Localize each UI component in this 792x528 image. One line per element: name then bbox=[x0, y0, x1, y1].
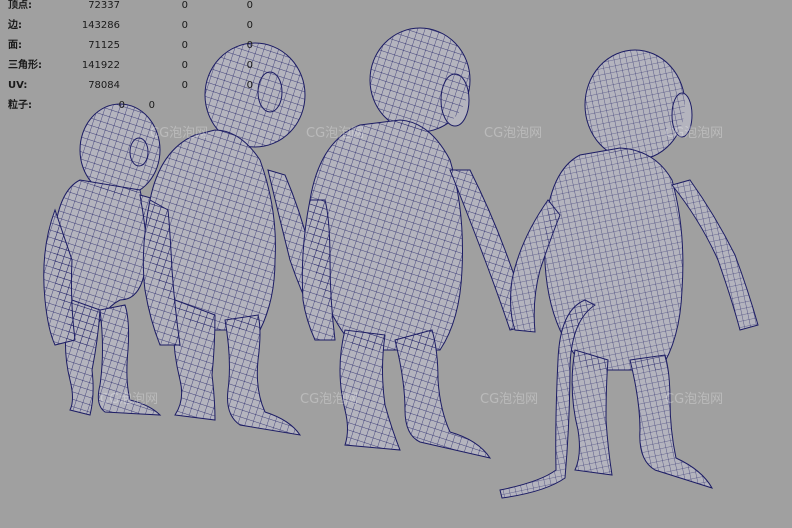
hud-value-faces: 71125 bbox=[88, 40, 120, 51]
hud-label-vertices: 顶点: bbox=[8, 0, 32, 11]
hud-label-faces: 面: bbox=[8, 40, 22, 51]
watermark-text: CG泡泡网 bbox=[484, 126, 543, 141]
hud-label-particles: 粒子: bbox=[8, 100, 32, 111]
watermark-text: CG泡泡网 bbox=[150, 126, 209, 141]
hud-value-edges-selected: 0 bbox=[181, 20, 188, 31]
hud-value-triangles: 141922 bbox=[81, 60, 120, 71]
hud-value-vertices-triangles: 0 bbox=[246, 0, 253, 11]
hud-value-uv-selected: 0 bbox=[181, 80, 188, 91]
watermark-text: CG泡泡网 bbox=[665, 126, 724, 141]
hud-label-uv: UV: bbox=[8, 80, 28, 91]
hud-value-vertices-selected: 0 bbox=[181, 0, 188, 11]
monkey-model-4[interactable] bbox=[499, 49, 759, 499]
hud-label-triangles: 三角形: bbox=[8, 60, 42, 71]
hud-value-vertices: 72337 bbox=[88, 0, 120, 11]
hud-value-faces-selected: 0 bbox=[181, 40, 188, 51]
hud-value-uv: 78084 bbox=[88, 80, 120, 91]
hud-value-edges: 143286 bbox=[81, 20, 120, 31]
hud-value-edges-triangles: 0 bbox=[246, 20, 253, 31]
watermark-text: CG泡泡网 bbox=[480, 392, 539, 407]
watermark-text: CG泡泡网 bbox=[665, 392, 724, 407]
hud-value-particles-selected: 0 bbox=[148, 100, 155, 111]
hud-label-edges: 边: bbox=[8, 20, 22, 31]
watermark-text: CG泡泡网 bbox=[306, 126, 365, 141]
hud-value-uv-triangles: 0 bbox=[246, 80, 253, 91]
hud-value-triangles-selected: 0 bbox=[181, 60, 188, 71]
watermark-text: CG泡泡网 bbox=[300, 392, 359, 407]
hud-value-triangles-triangles: 0 bbox=[246, 60, 253, 71]
poly-count-hud: 顶点: 72337 0 0 边: 143286 0 0 面: 71125 0 0… bbox=[0, 0, 300, 120]
hud-value-faces-triangles: 0 bbox=[246, 40, 253, 51]
watermark-text: CG泡泡网 bbox=[100, 392, 159, 407]
